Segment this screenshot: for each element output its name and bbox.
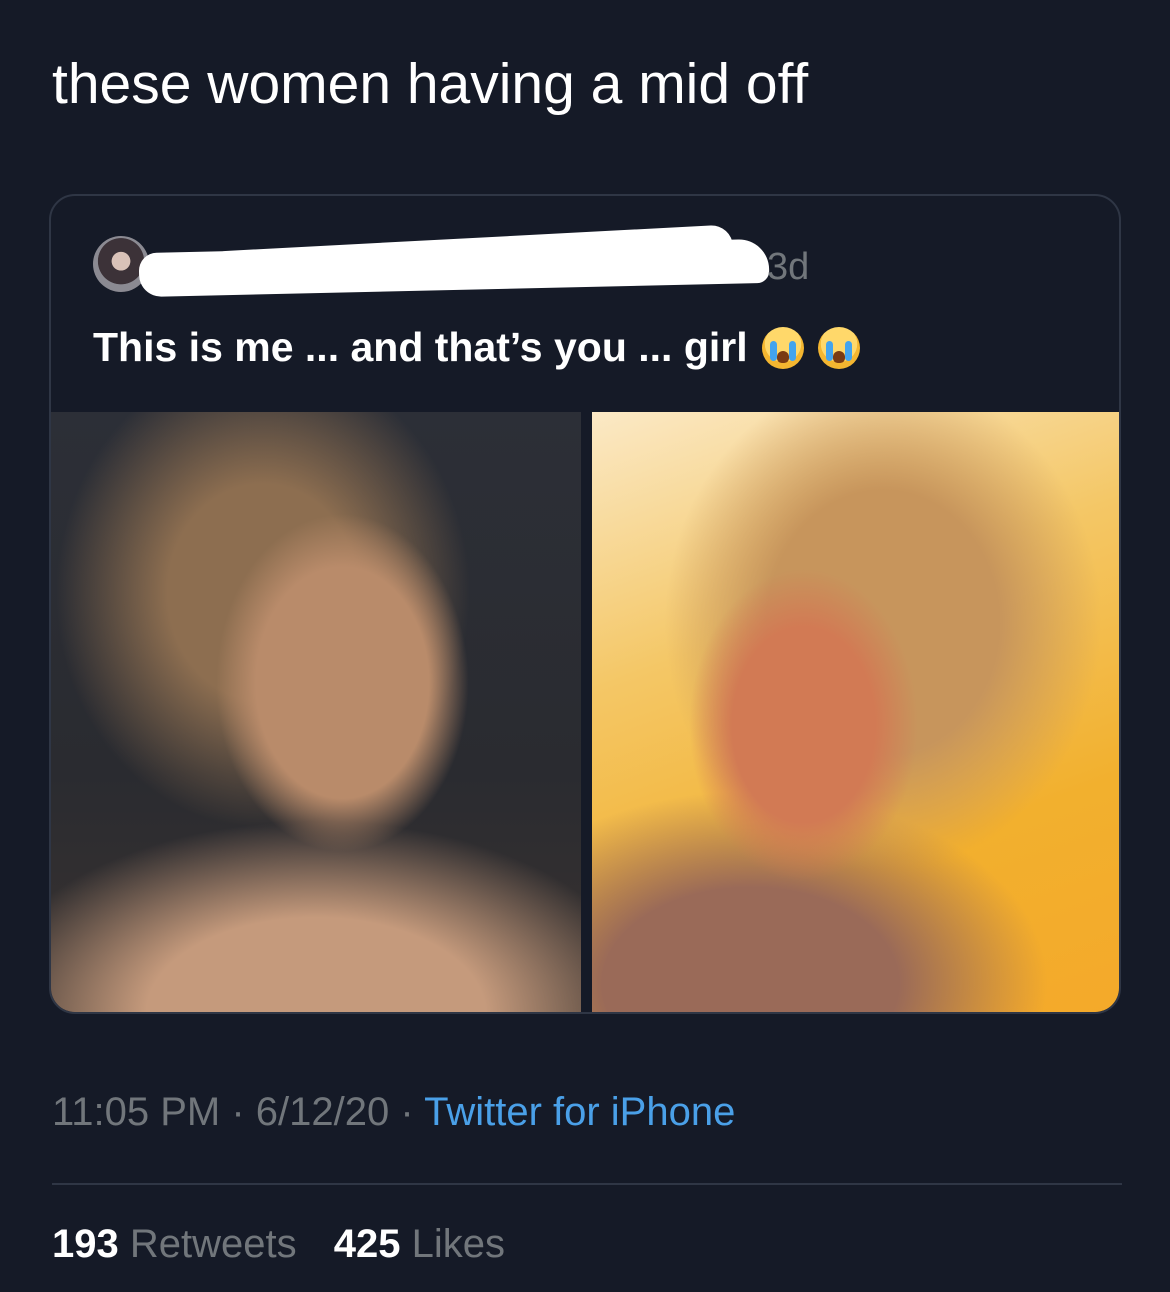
meta-separator: · [220,1090,256,1134]
quoted-tweet-time: 3d [767,246,810,288]
photo-right[interactable] [592,412,1119,1012]
tweet-stats: 193 Retweets 425 Likes [52,1222,531,1267]
divider [52,1183,1122,1185]
quoted-tweet-header: 3d [93,224,893,298]
meta-separator: · [389,1090,425,1134]
likes-label: Likes [411,1222,506,1266]
loudly-crying-face-icon [761,326,804,369]
tweet-date[interactable]: 6/12/20 [256,1090,389,1134]
tweet-source-link[interactable]: Twitter for iPhone [424,1090,735,1134]
tweet-detail: these women having a mid off 3d This is … [0,0,1170,1292]
retweets-stat[interactable]: 193 Retweets [52,1222,297,1266]
loudly-crying-face-icon [817,326,860,369]
likes-count: 425 [333,1222,401,1266]
retweets-label: Retweets [129,1222,297,1266]
quoted-tweet-text: This is me ... and that’s you ... girl [93,324,748,370]
retweets-count: 193 [52,1222,119,1266]
quoted-tweet-card[interactable]: 3d This is me ... and that’s you ... gir… [49,194,1121,1014]
quoted-tweet-text-row: This is me ... and that’s you ... girl [93,324,860,371]
tweet-meta: 11:05 PM · 6/12/20 · Twitter for iPhone [52,1090,735,1135]
tweet-text: these women having a mid off [52,52,809,116]
quoted-tweet-media [51,412,1119,1012]
likes-stat[interactable]: 425 Likes [334,1222,505,1266]
photo-left[interactable] [51,412,581,1012]
tweet-time: 11:05 PM [52,1090,221,1134]
